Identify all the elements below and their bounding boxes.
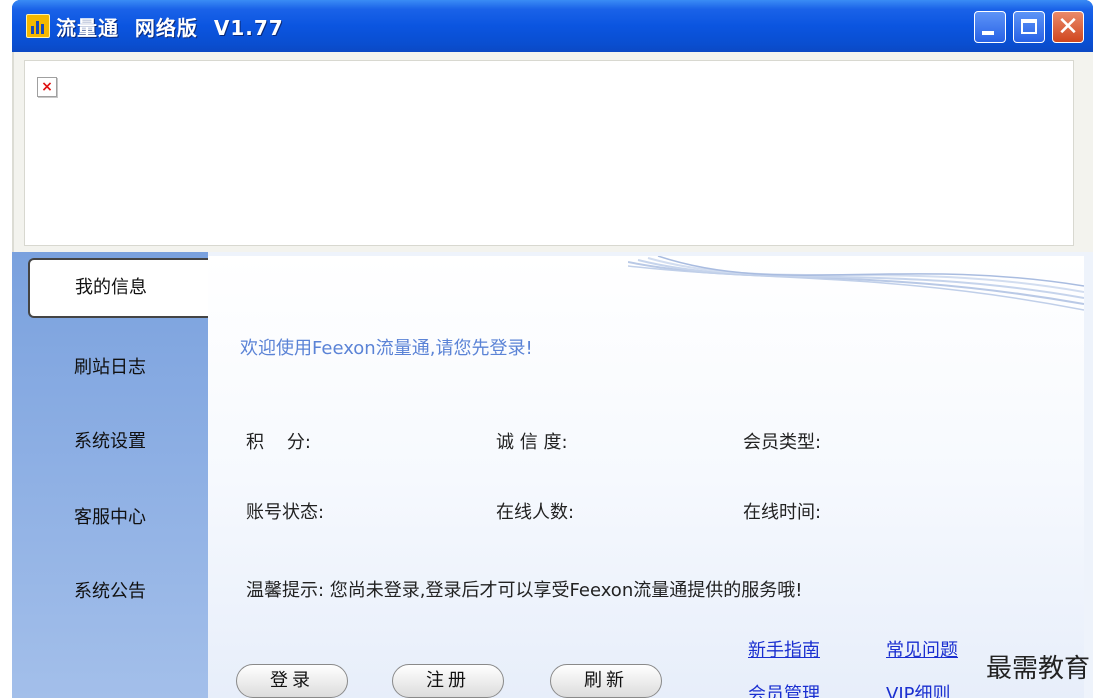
window-title: 流量通 网络版 V1.77 (56, 16, 284, 40)
member-type-label: 会员类型: (743, 432, 822, 453)
maximize-button[interactable] (1013, 11, 1045, 43)
broken-image-icon[interactable]: × (37, 77, 57, 97)
watermark-text: 最需教育 (986, 654, 1091, 684)
sidebar-item-label: 客服中心 (74, 507, 146, 528)
close-button[interactable]: ✕ (1052, 11, 1084, 43)
ad-banner: × (12, 52, 1093, 252)
newbie-guide-link[interactable]: 新手指南 (748, 636, 820, 662)
banner-frame: × (24, 60, 1074, 246)
close-icon: ✕ (1057, 12, 1079, 42)
vip-rules-link[interactable]: VIP细则 (886, 680, 950, 698)
app-logo-icon (26, 14, 50, 38)
credibility-label: 诚 信 度: (496, 432, 568, 453)
register-button[interactable]: 注册 (392, 664, 504, 698)
sidebar-item-refresh-log[interactable]: 刷站日志 (12, 338, 208, 398)
faq-link[interactable]: 常见问题 (886, 636, 958, 662)
online-time-label: 在线时间: (743, 502, 822, 523)
login-button[interactable]: 登录 (236, 664, 348, 698)
maximize-icon (1021, 19, 1037, 34)
sidebar-item-settings[interactable]: 系统设置 (12, 412, 208, 472)
title-bar[interactable]: 流量通 网络版 V1.77 ✕ (12, 0, 1093, 52)
refresh-button[interactable]: 刷新 (550, 664, 662, 698)
sidebar-item-my-info[interactable]: 我的信息 (28, 258, 208, 318)
my-info-panel: 欢迎使用Feexon流量通,请您先登录! 积 分: 诚 信 度: 会员类型: 账… (208, 256, 1084, 698)
sidebar-item-label: 刷站日志 (74, 357, 146, 378)
sidebar: 我的信息 刷站日志 系统设置 客服中心 系统公告 (12, 252, 208, 698)
app-window: 流量通 网络版 V1.77 ✕ × 我的信息 刷站日志 系统设置 客服中心 系统… (12, 0, 1093, 698)
member-management-link[interactable]: 会员管理 (748, 680, 820, 698)
minimize-icon (982, 31, 994, 35)
points-label: 积 分: (246, 432, 311, 453)
account-status-label: 账号状态: (246, 502, 325, 523)
content-area: 我的信息 刷站日志 系统设置 客服中心 系统公告 欢迎使用Feexon流量通,请… (12, 252, 1093, 698)
welcome-message: 欢迎使用Feexon流量通,请您先登录! (240, 338, 533, 359)
login-tip: 温馨提示: 您尚未登录,登录后才可以享受Feexon流量通提供的服务哦! (246, 580, 803, 601)
minimize-button[interactable] (974, 11, 1006, 43)
wave-decoration (628, 256, 1084, 311)
sidebar-item-label: 系统公告 (74, 581, 146, 602)
sidebar-item-support[interactable]: 客服中心 (12, 488, 208, 548)
sidebar-item-label: 系统设置 (74, 431, 146, 452)
sidebar-item-label: 我的信息 (75, 277, 147, 298)
online-users-label: 在线人数: (496, 502, 575, 523)
sidebar-item-announcements[interactable]: 系统公告 (12, 562, 208, 622)
